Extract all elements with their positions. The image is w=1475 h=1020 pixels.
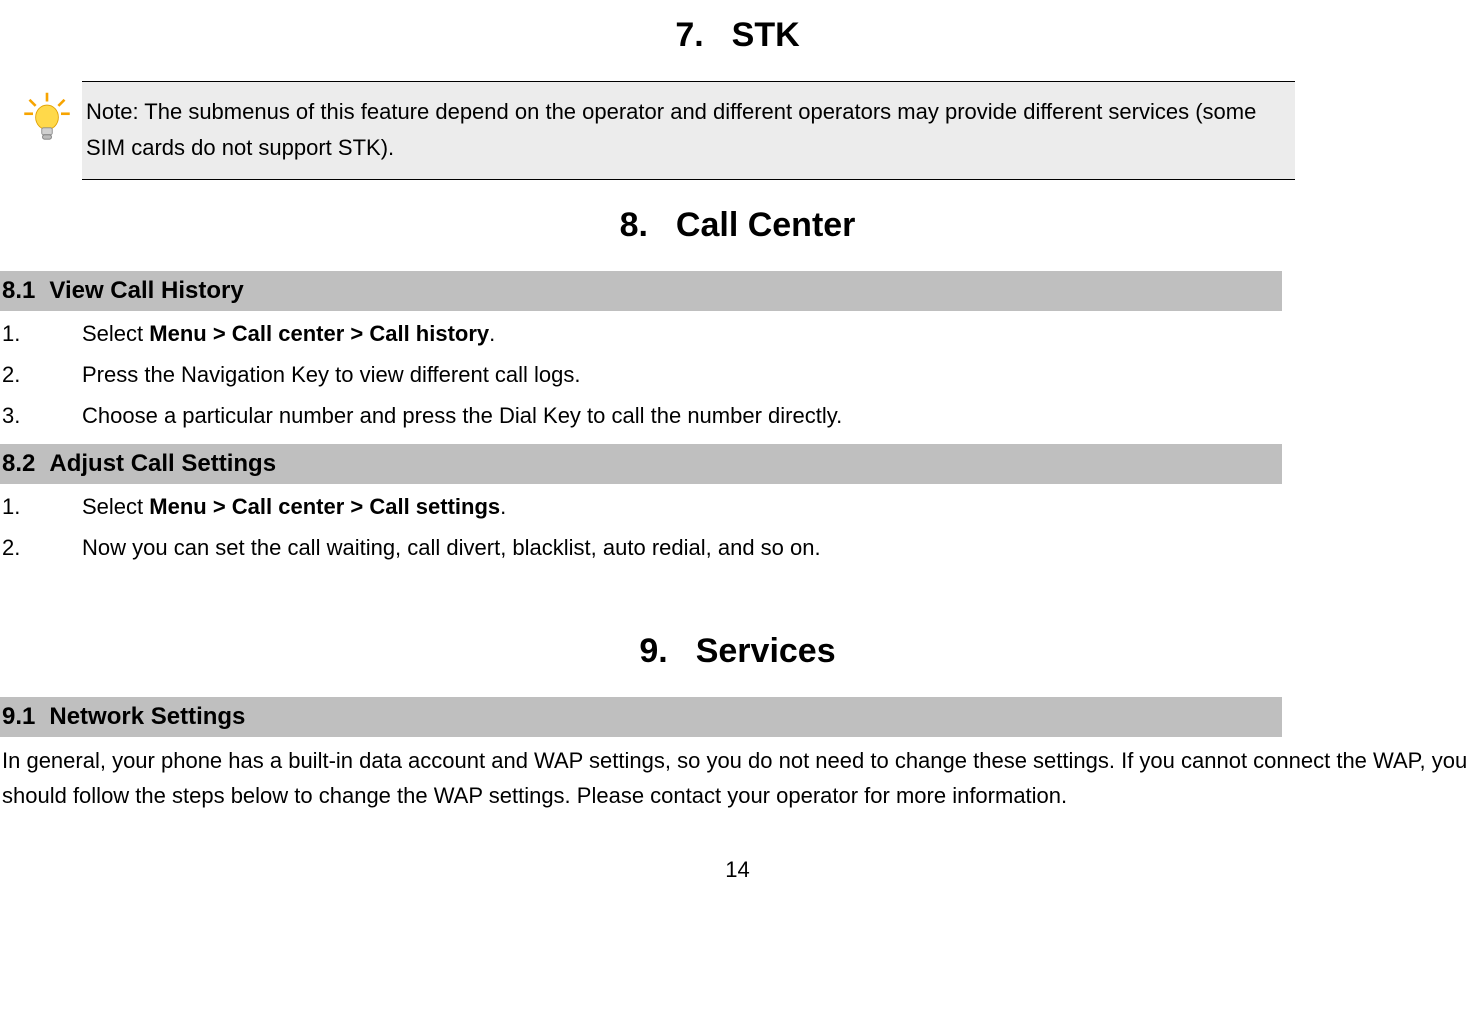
chapter-7-number: 7. bbox=[675, 16, 703, 54]
step-number: 1. bbox=[2, 490, 82, 523]
list-item: 2. Press the Navigation Key to view diff… bbox=[2, 354, 1475, 395]
chapter-7-title: STK bbox=[732, 16, 800, 54]
step-text: Press the Navigation Key to view differe… bbox=[82, 358, 581, 391]
step-number: 1. bbox=[2, 317, 82, 350]
section-8-2-title: Adjust Call Settings bbox=[49, 450, 276, 477]
step-number: 3. bbox=[2, 399, 82, 432]
section-9-1-heading: 9.1 Network Settings bbox=[0, 697, 1282, 737]
chapter-9-number: 9. bbox=[639, 632, 667, 670]
section-9-1-paragraph: In general, your phone has a built-in da… bbox=[0, 737, 1475, 813]
section-8-1-heading: 8.1 View Call History bbox=[0, 271, 1282, 311]
list-item: 1. Select Menu > Call center > Call hist… bbox=[2, 313, 1475, 354]
section-9-1-title: Network Settings bbox=[49, 703, 245, 730]
chapter-9-heading: 9. Services bbox=[0, 626, 1475, 677]
list-item: 1. Select Menu > Call center > Call sett… bbox=[2, 486, 1475, 527]
list-item: 2. Now you can set the call waiting, cal… bbox=[2, 527, 1475, 568]
chapter-9-title: Services bbox=[696, 632, 836, 670]
list-item: 3. Choose a particular number and press … bbox=[2, 395, 1475, 436]
steps-8-1: 1. Select Menu > Call center > Call hist… bbox=[0, 311, 1475, 444]
step-text: Select Menu > Call center > Call history… bbox=[82, 317, 495, 350]
page-number: 14 bbox=[0, 853, 1475, 896]
section-8-1-title: View Call History bbox=[49, 277, 243, 304]
step-number: 2. bbox=[2, 358, 82, 391]
note-block: Note: The submenus of this feature depen… bbox=[12, 81, 1295, 180]
section-8-2-number: 8.2 bbox=[2, 450, 35, 477]
step-text: Now you can set the call waiting, call d… bbox=[82, 531, 821, 564]
chapter-8-heading: 8. Call Center bbox=[0, 200, 1475, 251]
step-text: Choose a particular number and press the… bbox=[82, 399, 842, 432]
lightbulb-icon bbox=[12, 81, 82, 147]
step-number: 2. bbox=[2, 531, 82, 564]
note-text: Note: The submenus of this feature depen… bbox=[82, 81, 1295, 180]
chapter-7-heading: 7. STK bbox=[0, 10, 1475, 61]
chapter-8-title: Call Center bbox=[676, 206, 856, 244]
steps-8-2: 1. Select Menu > Call center > Call sett… bbox=[0, 484, 1475, 576]
chapter-8-number: 8. bbox=[620, 206, 648, 244]
section-9-1-number: 9.1 bbox=[2, 703, 35, 730]
section-8-2-heading: 8.2 Adjust Call Settings bbox=[0, 444, 1282, 484]
section-8-1-number: 8.1 bbox=[2, 277, 35, 304]
step-text: Select Menu > Call center > Call setting… bbox=[82, 490, 506, 523]
